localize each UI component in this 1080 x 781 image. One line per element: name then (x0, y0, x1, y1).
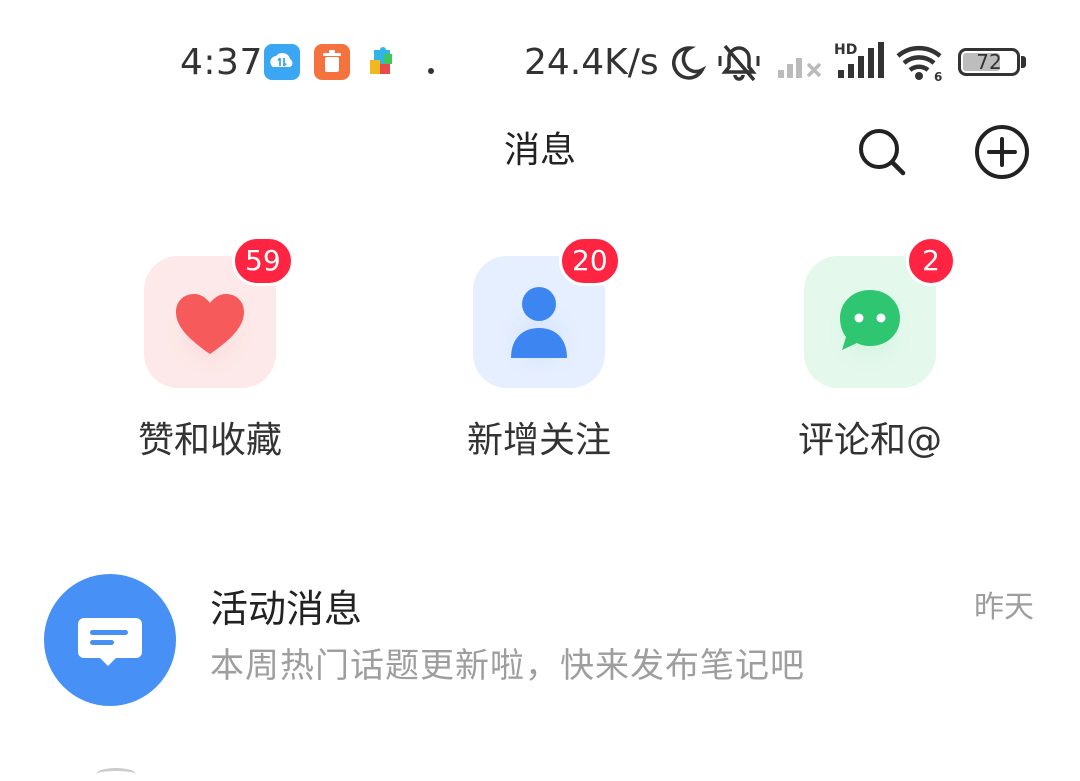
plus-circle-icon (975, 125, 1029, 179)
cloud-sync-icon (264, 44, 300, 84)
dot-icon (427, 60, 435, 79)
status-time: 4:37 (180, 42, 263, 83)
message-icon (78, 618, 142, 666)
search-button[interactable] (854, 124, 910, 180)
page-title: 消息 (503, 130, 576, 171)
battery-level: 72 (976, 50, 1002, 74)
battery-icon: 72 (958, 48, 1020, 76)
category-new-followers[interactable]: 20 新增关注 (429, 236, 649, 476)
comments-badge: 2 (906, 236, 956, 286)
comments-label: 评论和@ (797, 420, 942, 461)
followers-badge: 20 (559, 236, 621, 286)
puzzle-app-icon (366, 46, 398, 82)
trash-app-icon (314, 44, 350, 84)
category-likes-favorites[interactable]: 59 赞和收藏 (100, 236, 320, 476)
message-preview: 本周热门话题更新啦，快来发布笔记吧 (210, 646, 805, 686)
likes-label: 赞和收藏 (137, 420, 282, 461)
mute-icon (716, 42, 762, 88)
network-speed: 24.4K/s (524, 42, 659, 83)
signal-2-icon: HD (834, 40, 886, 84)
message-time: 昨天 (974, 590, 1034, 625)
svg-text:HD: HD (834, 42, 857, 58)
wifi-icon: 6 (896, 44, 946, 86)
svg-text:6: 6 (934, 70, 942, 82)
signal-1-icon (776, 46, 824, 84)
search-icon (859, 129, 906, 176)
add-button[interactable] (974, 124, 1030, 180)
avatar (44, 574, 176, 706)
likes-badge: 59 (232, 236, 294, 286)
next-list-item-partial (96, 768, 136, 781)
list-item[interactable]: 活动消息 昨天 本周热门话题更新啦，快来发布笔记吧 (0, 560, 1080, 730)
message-title: 活动消息 (210, 587, 363, 631)
category-comments-mentions[interactable]: 2 评论和@ (760, 236, 980, 476)
followers-label: 新增关注 (466, 420, 611, 461)
moon-icon (668, 44, 707, 86)
battery-cap (1021, 56, 1026, 68)
status-bar: 4:37 24.4K/s HD 6 72 (0, 0, 1080, 120)
